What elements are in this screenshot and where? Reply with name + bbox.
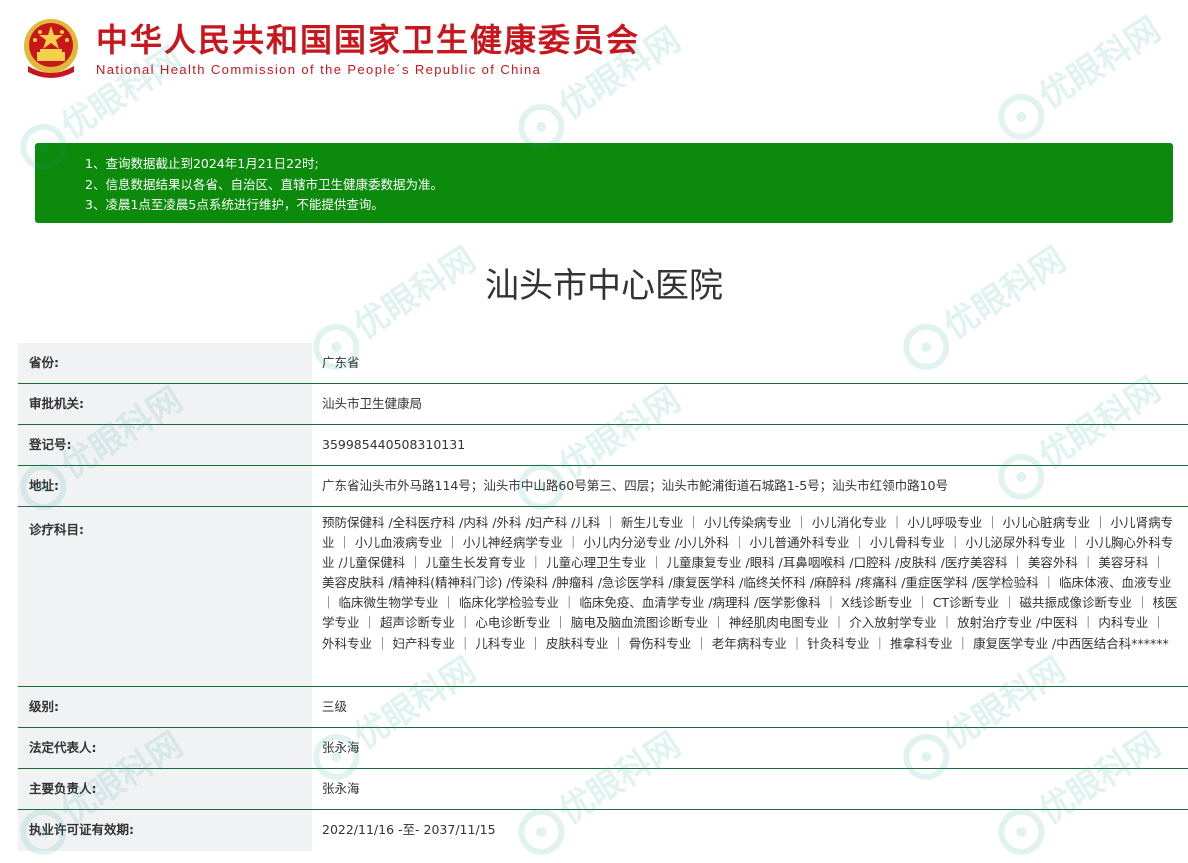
info-table: 省份: 广东省 审批机关: 汕头市卫生健康局 登记号: 359985440508… [18,343,1188,851]
site-header: 中华人民共和国国家卫生健康委员会 National Health Commiss… [14,14,702,82]
license-label: 执业许可证有效期: [18,810,312,851]
province-value: 广东省 [322,355,360,370]
departments-value: 预防保健科 /全科医疗科 /内科 /外科 /妇产科 /儿科 ｜ 新生儿专业 ｜ … [322,515,1178,651]
notice-line: 1、查询数据截止到2024年1月21日22时; [85,156,319,171]
info-row-address: 地址: 广东省汕头市外马路114号；汕头市中山路60号第三、四层；汕头市鮀浦街道… [18,466,1188,507]
province-label: 省份: [18,343,312,383]
info-row-province: 省份: 广东省 [18,343,1188,384]
notice-banner: 1、查询数据截止到2024年1月21日22时; 2、信息数据结果以各省、自治区、… [35,143,1173,223]
eye-logo-icon [989,84,1053,149]
info-row-authority: 审批机关: 汕头市卫生健康局 [18,384,1188,425]
authority-value: 汕头市卫生健康局 [322,396,423,411]
info-row-principal: 主要负责人: 张永海 [18,769,1188,810]
notice-line: 3、凌晨1点至凌晨5点系统进行维护，不能提供查询。 [85,197,384,212]
site-title-en: National Health Commission of the People… [96,62,542,77]
address-value: 广东省汕头市外马路114号；汕头市中山路60号第三、四层；汕头市鮀浦街道石城路1… [322,478,949,493]
info-row-level: 级别: 三级 [18,687,1188,728]
authority-label: 审批机关: [18,384,312,424]
reg-no-label: 登记号: [18,425,312,465]
departments-label: 诊疗科目: [18,507,312,686]
info-row-reg-no: 登记号: 359985440508310131 [18,425,1188,466]
site-title-cn: 中华人民共和国国家卫生健康委员会 [96,21,641,59]
principal-label: 主要负责人: [18,769,312,809]
level-value: 三级 [322,699,348,714]
info-row-legal-rep: 法定代表人: 张永海 [18,728,1188,769]
watermark: 优眼科网 [986,3,1171,149]
principal-value: 张永海 [322,781,360,796]
info-row-license: 执业许可证有效期: 2022/11/16 -至- 2037/11/15 [18,810,1188,851]
license-value: 2022/11/16 -至- 2037/11/15 [322,822,496,837]
legal-rep-label: 法定代表人: [18,728,312,768]
level-label: 级别: [18,687,312,727]
national-emblem-icon [24,19,78,78]
address-label: 地址: [18,466,312,506]
info-row-departments: 诊疗科目: 预防保健科 /全科医疗科 /内科 /外科 /妇产科 /儿科 ｜ 新生… [18,507,1188,687]
watermark-text: 优眼科网 [1031,9,1168,118]
notice-line: 2、信息数据结果以各省、自治区、直辖市卫生健康委数据为准。 [85,176,443,192]
legal-rep-value: 张永海 [322,740,360,755]
reg-no-value: 359985440508310131 [322,437,466,452]
hospital-name: 汕头市中心医院 [485,266,723,306]
